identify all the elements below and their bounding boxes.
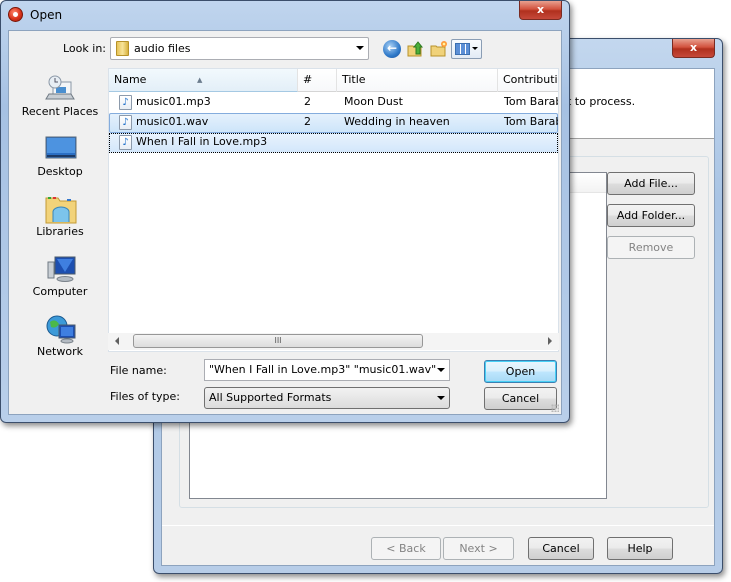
scroll-right-icon[interactable] <box>548 337 552 345</box>
app-icon <box>8 7 23 22</box>
column-label: Title <box>342 73 366 86</box>
computer-icon <box>45 254 77 284</box>
column-header-track[interactable]: # <box>298 69 337 92</box>
recent-places-icon <box>45 74 77 104</box>
place-recent-places[interactable]: Recent Places <box>15 72 105 130</box>
file-name: music01.wav <box>136 115 209 128</box>
audio-file-icon: ♪ <box>119 95 132 110</box>
file-type-value: All Supported Formats <box>209 391 332 404</box>
chevron-down-icon[interactable] <box>437 368 445 372</box>
column-header-title[interactable]: Title <box>337 69 498 92</box>
file-name: music01.mp3 <box>136 95 211 108</box>
place-computer[interactable]: Computer <box>15 252 105 310</box>
place-label: Libraries <box>36 225 84 238</box>
close-icon: x <box>689 41 698 54</box>
column-label: Contributi <box>503 73 558 86</box>
file-row[interactable]: ♪ When I Fall in Love.mp3 <box>109 133 558 153</box>
file-row[interactable]: ♪ music01.mp3 2 Moon Dust Tom Barab <box>109 93 558 113</box>
file-track: 2 <box>304 115 311 128</box>
folder-icon <box>116 41 129 56</box>
audio-file-icon: ♪ <box>119 135 132 150</box>
file-row[interactable]: ♪ music01.wav 2 Wedding in heaven Tom Ba… <box>109 113 558 133</box>
column-label: Name <box>114 73 147 86</box>
chevron-down-icon <box>472 47 478 50</box>
file-name-value: "When I Fall in Love.mp3" "music01.wav" <box>209 363 437 376</box>
file-type-label: Files of type: <box>110 390 181 403</box>
file-contributing-artist: Tom Barab <box>504 95 558 108</box>
dialog-close-button[interactable]: x <box>519 1 562 20</box>
place-label: Computer <box>32 285 88 298</box>
place-label: Recent Places <box>21 105 99 118</box>
dialog-client: Look in: audio files ← Recent Places Des… <box>8 30 562 415</box>
dialog-cancel-button[interactable]: Cancel <box>484 387 557 410</box>
column-label: # <box>303 73 313 86</box>
file-track: 2 <box>304 95 311 108</box>
scroll-left-icon[interactable] <box>115 337 119 345</box>
place-network[interactable]: Network <box>15 312 105 370</box>
audio-file-icon: ♪ <box>119 115 132 130</box>
network-icon <box>45 314 77 344</box>
new-folder-icon[interactable] <box>430 40 448 58</box>
places-bar: Recent Places Desktop Libraries Computer <box>15 68 105 363</box>
add-file-button[interactable]: Add File... <box>607 172 695 195</box>
libraries-icon <box>45 194 77 224</box>
file-title: Moon Dust <box>344 95 403 108</box>
look-in-dropdown[interactable]: audio files <box>110 37 369 60</box>
file-name-input[interactable]: "When I Fall in Love.mp3" "music01.wav" <box>204 359 450 381</box>
back-button[interactable]: < Back <box>371 537 441 560</box>
up-folder-icon[interactable] <box>406 40 424 58</box>
place-label: Desktop <box>37 165 83 178</box>
close-icon: x <box>536 3 545 16</box>
wizard-separator <box>162 525 714 526</box>
remove-button[interactable]: Remove <box>607 236 695 259</box>
wizard-close-button[interactable]: x <box>672 39 715 58</box>
file-name: When I Fall in Love.mp3 <box>136 135 268 148</box>
chevron-down-icon <box>437 396 445 400</box>
add-folder-button[interactable]: Add Folder... <box>607 204 695 227</box>
open-dialog: Open x Look in: audio files ← Recent Pla… <box>0 0 570 423</box>
back-arrow-icon[interactable]: ← <box>383 40 401 58</box>
file-contributing-artist: Tom Barab <box>504 115 558 128</box>
place-desktop[interactable]: Desktop <box>15 132 105 190</box>
file-list[interactable]: Name ▲ # Title Contributi ♪ music01.mp3 … <box>108 68 559 352</box>
scrollbar-thumb[interactable]: III <box>133 334 423 348</box>
next-button[interactable]: Next > <box>443 537 514 560</box>
dialog-title: Open <box>30 8 63 22</box>
open-button[interactable]: Open <box>484 360 557 383</box>
place-libraries[interactable]: Libraries <box>15 192 105 250</box>
horizontal-scrollbar[interactable]: III <box>108 333 559 350</box>
place-label: Network <box>37 345 83 358</box>
column-header-name[interactable]: Name ▲ <box>109 69 298 92</box>
resize-grip[interactable] <box>551 404 559 412</box>
desktop-icon <box>45 134 77 164</box>
file-list-header: Name ▲ # Title Contributi <box>109 69 558 92</box>
wizard-header-text: t to process. <box>567 95 636 108</box>
views-menu-button[interactable] <box>451 39 482 59</box>
help-button[interactable]: Help <box>607 537 673 560</box>
wizard-cancel-button[interactable]: Cancel <box>528 537 594 560</box>
look-in-value: audio files <box>134 42 191 55</box>
views-menu-icon <box>455 43 470 55</box>
file-type-select[interactable]: All Supported Formats <box>204 387 450 409</box>
file-title: Wedding in heaven <box>344 115 450 128</box>
sort-ascending-icon: ▲ <box>197 76 203 84</box>
file-name-label: File name: <box>110 364 167 377</box>
chevron-down-icon <box>356 46 364 50</box>
look-in-label: Look in: <box>63 42 106 55</box>
column-header-contributing-artists[interactable]: Contributi <box>498 69 560 92</box>
